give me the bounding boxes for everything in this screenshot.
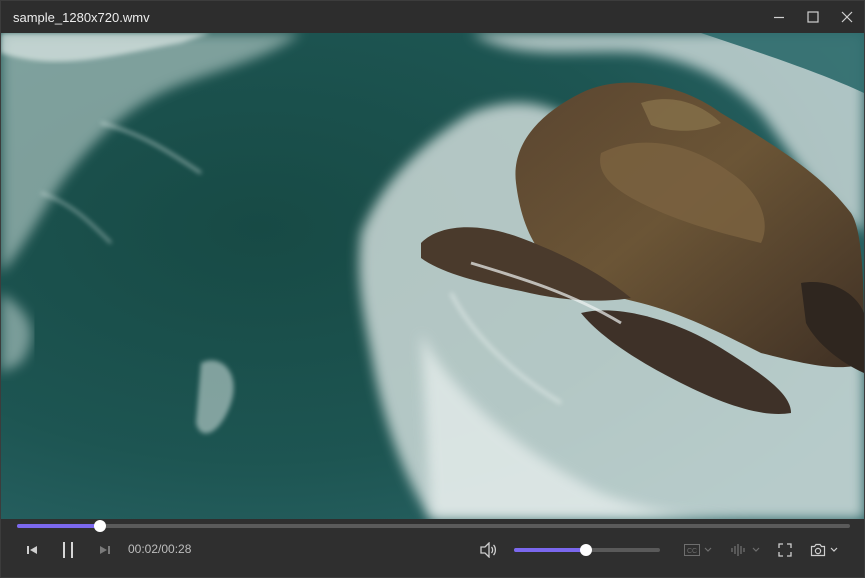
fullscreen-button[interactable] bbox=[775, 537, 795, 563]
pause-button[interactable] bbox=[57, 537, 79, 563]
pause-icon bbox=[63, 542, 73, 558]
seek-bar-handle[interactable] bbox=[94, 520, 107, 532]
camera-icon bbox=[810, 543, 826, 557]
time-display: 00:02/00:28 bbox=[128, 542, 192, 556]
skip-next-icon bbox=[100, 546, 110, 554]
next-button[interactable] bbox=[94, 537, 116, 563]
title-bar: sample_1280x720.wmv bbox=[1, 1, 864, 33]
skip-previous-icon bbox=[27, 546, 37, 554]
volume-icon bbox=[480, 542, 497, 558]
window-title: sample_1280x720.wmv bbox=[13, 9, 150, 25]
maximize-icon bbox=[807, 11, 819, 23]
player-controls: 00:02/00:28 CC bbox=[1, 519, 864, 577]
subtitles-button[interactable]: CC bbox=[681, 537, 715, 563]
audio-track-icon bbox=[731, 544, 745, 556]
svg-text:CC: CC bbox=[687, 548, 697, 555]
chevron-down-icon bbox=[830, 547, 838, 552]
previous-button[interactable] bbox=[21, 537, 43, 563]
window-controls bbox=[762, 1, 864, 33]
volume-handle[interactable] bbox=[579, 544, 592, 556]
chevron-down-icon bbox=[752, 547, 760, 552]
audio-track-button[interactable] bbox=[727, 537, 763, 563]
cc-icon: CC bbox=[684, 544, 700, 556]
fullscreen-icon bbox=[778, 543, 792, 557]
volume-slider[interactable] bbox=[514, 544, 660, 556]
close-icon bbox=[841, 11, 853, 23]
snapshot-button[interactable] bbox=[808, 537, 840, 563]
seek-bar-progress bbox=[17, 524, 101, 528]
control-row: 00:02/00:28 CC bbox=[1, 537, 864, 563]
seek-bar[interactable] bbox=[17, 520, 850, 532]
minimize-button[interactable] bbox=[762, 1, 796, 33]
video-frame[interactable] bbox=[1, 33, 864, 519]
maximize-button[interactable] bbox=[796, 1, 830, 33]
player-window: sample_1280x720.wmv 00:02/00:28 CC bbox=[0, 0, 865, 578]
volume-button[interactable] bbox=[477, 537, 499, 563]
minimize-icon bbox=[774, 16, 784, 19]
volume-level bbox=[514, 548, 586, 552]
chevron-down-icon bbox=[704, 547, 712, 552]
video-image bbox=[1, 33, 864, 519]
close-button[interactable] bbox=[830, 1, 864, 33]
